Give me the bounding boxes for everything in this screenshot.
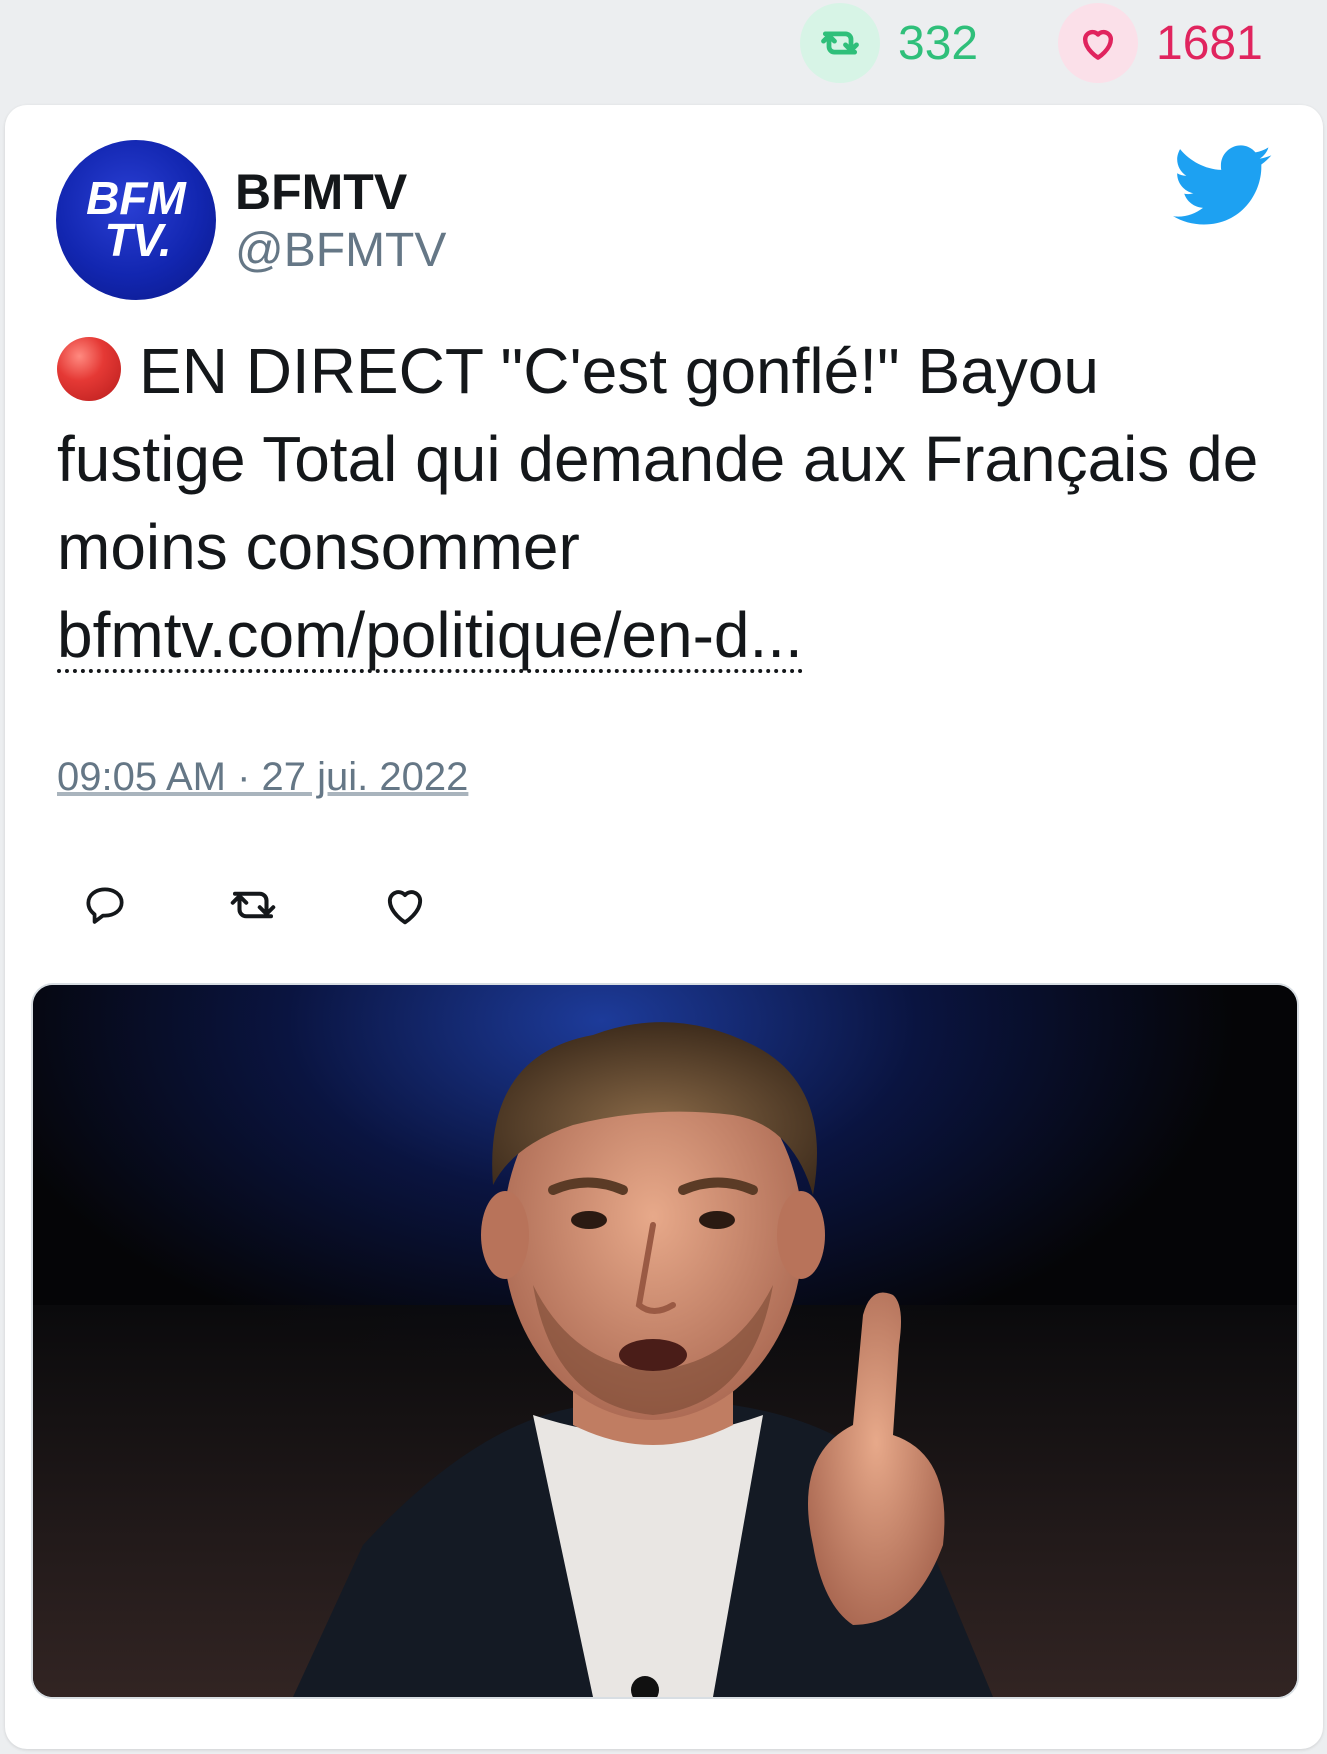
bfmtv-logo: BFM TV. [86,172,187,266]
tweet-text: EN DIRECT "C'est gonflé!" Bayou fustige … [57,335,1259,583]
reply-icon[interactable] [75,875,135,935]
retweet-stat[interactable]: 332 [800,3,979,83]
like-count: 1681 [1156,16,1263,70]
tweet-body: EN DIRECT "C'est gonflé!" Bayou fustige … [57,327,1297,679]
retweet-icon[interactable] [223,875,283,935]
tweet-link[interactable]: bfmtv.com/politique/en-d... [57,601,803,673]
retweet-count: 332 [898,16,979,70]
like-stat[interactable]: 1681 [1058,3,1263,83]
tweet-media-photo[interactable] [31,983,1299,1699]
author-handle[interactable]: @BFMTV [235,223,446,278]
twitter-bird-icon[interactable] [1173,145,1273,229]
red-circle-icon [57,337,121,401]
logo-line-2: TV. [104,214,171,266]
tweet-card: BFM TV. BFMTV @BFMTV EN DIRECT "C'est go… [5,105,1323,1749]
avatar[interactable]: BFM TV. [56,140,216,300]
photo-man-pointing [33,985,1297,1697]
tweet-timestamp[interactable]: 09:05 AM · 27 jui. 2022 [57,755,468,800]
heart-icon [1058,3,1138,83]
like-icon[interactable] [375,875,435,935]
retweet-icon [800,3,880,83]
tweet-stats-bar: 332 1681 [0,0,1327,100]
author-display-name[interactable]: BFMTV [235,163,407,221]
